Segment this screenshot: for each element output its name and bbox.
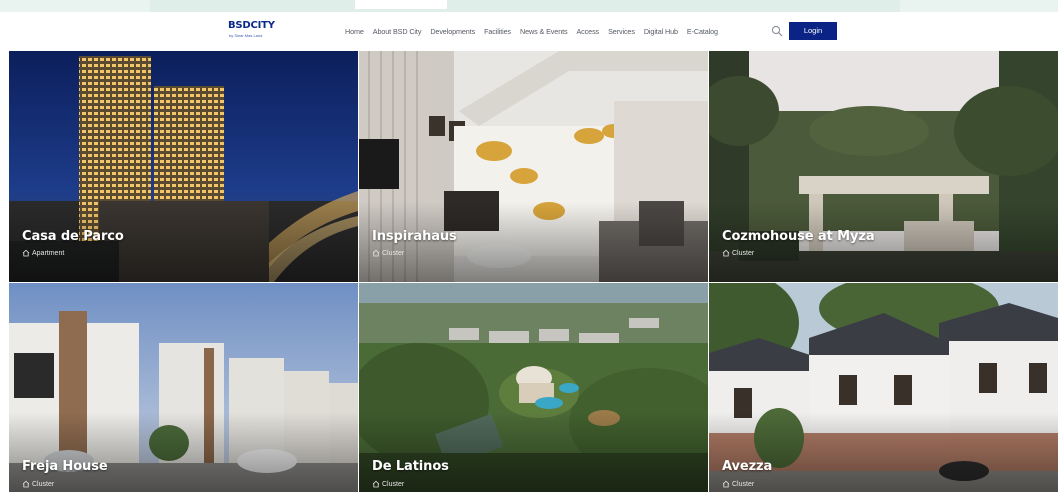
home-icon (372, 249, 380, 257)
main-menu: Home About BSD City Developments Facilit… (345, 12, 727, 51)
property-title[interactable]: Casa de Parco (22, 229, 124, 244)
property-category-label: Cluster (382, 249, 405, 257)
login-button[interactable]: Login (789, 22, 837, 40)
top-strip-right (900, 0, 1058, 12)
nav-services[interactable]: Services (608, 27, 635, 36)
logo-tagline: by Sinar Mas Land (229, 33, 263, 38)
property-title[interactable]: Inspirahaus (372, 229, 457, 244)
property-card-casa-de-parco[interactable]: Casa de Parco Apartment (9, 51, 358, 282)
top-browser-strip (0, 0, 1058, 12)
search-icon[interactable] (771, 25, 783, 37)
property-category: Cluster (372, 249, 404, 257)
top-strip-tab (355, 0, 447, 9)
card-overlay (709, 412, 1058, 492)
property-card-avezza[interactable]: Avezza Cluster (709, 283, 1058, 492)
nav-access[interactable]: Access (576, 27, 599, 36)
property-category: Cluster (722, 480, 754, 488)
property-title[interactable]: Freja House (22, 459, 108, 474)
property-category: Cluster (372, 480, 404, 488)
logo-text: BSDCITY (228, 20, 275, 31)
card-overlay (9, 412, 358, 492)
home-icon (22, 249, 30, 257)
home-icon (22, 480, 30, 488)
nav-about[interactable]: About BSD City (373, 27, 422, 36)
property-title[interactable]: De Latinos (372, 459, 449, 474)
property-card-cozmohouse-at-myza[interactable]: Cozmohouse at Myza Cluster (709, 51, 1058, 282)
home-icon (722, 480, 730, 488)
property-card-de-latinos[interactable]: De Latinos Cluster (359, 283, 708, 492)
nav-home[interactable]: Home (345, 27, 364, 36)
home-icon (722, 249, 730, 257)
property-category: Cluster (722, 249, 754, 257)
property-category: Cluster (22, 480, 54, 488)
property-title[interactable]: Cozmohouse at Myza (722, 229, 875, 244)
nav-news-events[interactable]: News & Events (520, 27, 568, 36)
property-category-label: Apartment (32, 249, 65, 257)
card-overlay (359, 412, 708, 492)
property-category: Apartment (22, 249, 64, 257)
top-strip-left (0, 0, 150, 12)
property-category-label: Cluster (382, 480, 405, 488)
property-category-label: Cluster (732, 249, 755, 257)
property-category-label: Cluster (732, 480, 755, 488)
property-title[interactable]: Avezza (722, 459, 772, 474)
bsd-city-logo[interactable]: BSDCITY by Sinar Mas Land (228, 20, 275, 42)
nav-developments[interactable]: Developments (430, 27, 475, 36)
nav-digital-hub[interactable]: Digital Hub (644, 27, 678, 36)
property-category-label: Cluster (32, 480, 55, 488)
nav-e-catalog[interactable]: E-Catalog (687, 27, 718, 36)
property-grid: Casa de Parco Apartment Inspirahaus Clus… (9, 51, 1058, 492)
property-card-inspirahaus[interactable]: Inspirahaus Cluster (359, 51, 708, 282)
property-card-freja-house[interactable]: Freja House Cluster (9, 283, 358, 492)
home-icon (372, 480, 380, 488)
nav-facilities[interactable]: Facilities (484, 27, 511, 36)
site-header: BSDCITY by Sinar Mas Land Home About BSD… (0, 12, 1058, 51)
